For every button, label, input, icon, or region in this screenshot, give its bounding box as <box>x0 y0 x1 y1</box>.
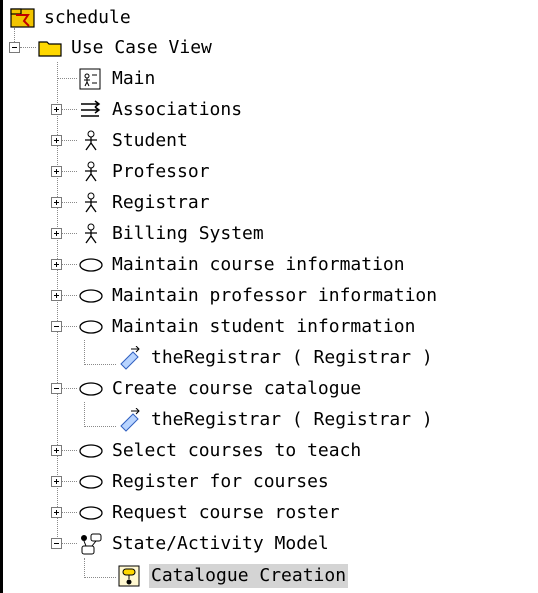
tree-guide <box>84 340 85 365</box>
tree-guide <box>62 140 77 141</box>
use-case-icon <box>78 501 104 525</box>
actor-icon <box>78 191 104 215</box>
actor-icon <box>78 222 104 246</box>
tree-item-schedule[interactable]: schedule <box>10 2 133 33</box>
use-case-icon <box>78 439 104 463</box>
tree-guide <box>62 388 77 389</box>
collapse-toggle[interactable] <box>51 538 62 549</box>
actor-icon <box>78 160 104 184</box>
expand-toggle[interactable] <box>51 290 62 301</box>
expand-toggle[interactable] <box>51 507 62 518</box>
tree-item-label: Create course catalogue <box>112 377 362 399</box>
tree-item-label: Register for courses <box>112 470 329 492</box>
expand-toggle[interactable] <box>51 166 62 177</box>
use-case-icon <box>78 470 104 494</box>
tree-item-maintain-student[interactable]: Maintain student information <box>78 311 417 342</box>
tree-item-label: Use Case View <box>71 36 212 58</box>
tree-item-label: schedule <box>44 6 131 28</box>
tree-item-state-activity-model[interactable]: State/Activity Model <box>78 528 331 559</box>
model-browser-tree: schedule Use Case View Main Associations… <box>0 0 538 593</box>
tree-item-label: Maintain professor information <box>112 284 438 306</box>
tree-item-register-courses[interactable]: Register for courses <box>78 466 331 497</box>
tree-guide <box>20 47 36 48</box>
tree-guide <box>62 264 77 265</box>
tree-guide <box>84 426 116 427</box>
tree-guide <box>62 543 77 544</box>
folder-icon <box>37 36 63 60</box>
tree-item-the-registrar[interactable]: theRegistrar ( Registrar ) <box>117 404 435 435</box>
tree-item-label: Main <box>112 67 156 89</box>
collapse-toggle[interactable] <box>9 42 20 53</box>
tree-item-maintain-course[interactable]: Maintain course information <box>78 249 407 280</box>
tree-item-create-catalogue[interactable]: Create course catalogue <box>78 373 363 404</box>
actor-icon <box>78 129 104 153</box>
tree-guide <box>62 202 77 203</box>
activity-diagram-icon <box>117 564 143 588</box>
tree-guide <box>62 233 77 234</box>
diagram-icon <box>78 67 104 91</box>
expand-toggle[interactable] <box>51 445 62 456</box>
tree-item-label: Maintain course information <box>112 253 405 275</box>
expand-toggle[interactable] <box>51 104 62 115</box>
tree-item-label: Associations <box>112 98 243 120</box>
tree-guide <box>84 402 85 427</box>
tree-guide <box>62 171 77 172</box>
tree-item-request-roster[interactable]: Request course roster <box>78 497 342 528</box>
tree-item-catalogue-creation[interactable]: Catalogue Creation <box>117 560 349 591</box>
state-model-icon <box>78 532 104 556</box>
use-case-icon <box>78 253 104 277</box>
expand-toggle[interactable] <box>51 228 62 239</box>
tree-item-maintain-professor[interactable]: Maintain professor information <box>78 280 439 311</box>
use-case-icon <box>78 377 104 401</box>
use-case-icon <box>78 284 104 308</box>
tree-item-label: Maintain student information <box>112 315 416 337</box>
association-role-icon <box>117 407 143 432</box>
tree-item-professor[interactable]: Professor <box>78 156 212 187</box>
use-case-icon <box>78 315 104 339</box>
pane-border <box>0 0 3 593</box>
collapse-toggle[interactable] <box>51 383 62 394</box>
tree-item-label: Registrar <box>112 191 210 213</box>
tree-item-the-registrar[interactable]: theRegistrar ( Registrar ) <box>117 342 435 373</box>
tree-item-label: Catalogue Creation <box>149 563 349 588</box>
association-role-icon <box>117 345 143 370</box>
tree-item-associations[interactable]: Associations <box>78 94 244 125</box>
tree-guide <box>62 450 77 451</box>
project-folder-icon <box>10 6 36 30</box>
collapse-toggle[interactable] <box>51 321 62 332</box>
tree-item-label: Professor <box>112 160 210 182</box>
tree-guide <box>57 78 77 79</box>
tree-item-main[interactable]: Main <box>78 63 157 94</box>
tree-guide <box>84 558 85 578</box>
tree-item-billing-system[interactable]: Billing System <box>78 218 266 249</box>
tree-guide <box>62 512 77 513</box>
expand-toggle[interactable] <box>51 259 62 270</box>
associations-icon <box>78 98 104 122</box>
tree-item-select-courses[interactable]: Select courses to teach <box>78 435 363 466</box>
tree-guide <box>62 109 77 110</box>
tree-item-label: State/Activity Model <box>112 532 329 554</box>
tree-item-label: Request course roster <box>112 501 340 523</box>
expand-toggle[interactable] <box>51 197 62 208</box>
tree-item-label: Student <box>112 129 188 151</box>
tree-guide <box>62 481 77 482</box>
expand-toggle[interactable] <box>51 135 62 146</box>
tree-guide <box>84 577 116 578</box>
expand-toggle[interactable] <box>51 476 62 487</box>
tree-guide <box>62 295 77 296</box>
tree-guide <box>84 364 116 365</box>
tree-item-label: Billing System <box>112 222 264 244</box>
tree-guide <box>62 326 77 327</box>
tree-item-registrar[interactable]: Registrar <box>78 187 212 218</box>
tree-item-use-case-view[interactable]: Use Case View <box>37 32 214 63</box>
tree-item-label: Select courses to teach <box>112 439 362 461</box>
tree-item-label: theRegistrar ( Registrar ) <box>151 346 433 368</box>
tree-item-student[interactable]: Student <box>78 125 190 156</box>
tree-item-label: theRegistrar ( Registrar ) <box>151 408 433 430</box>
